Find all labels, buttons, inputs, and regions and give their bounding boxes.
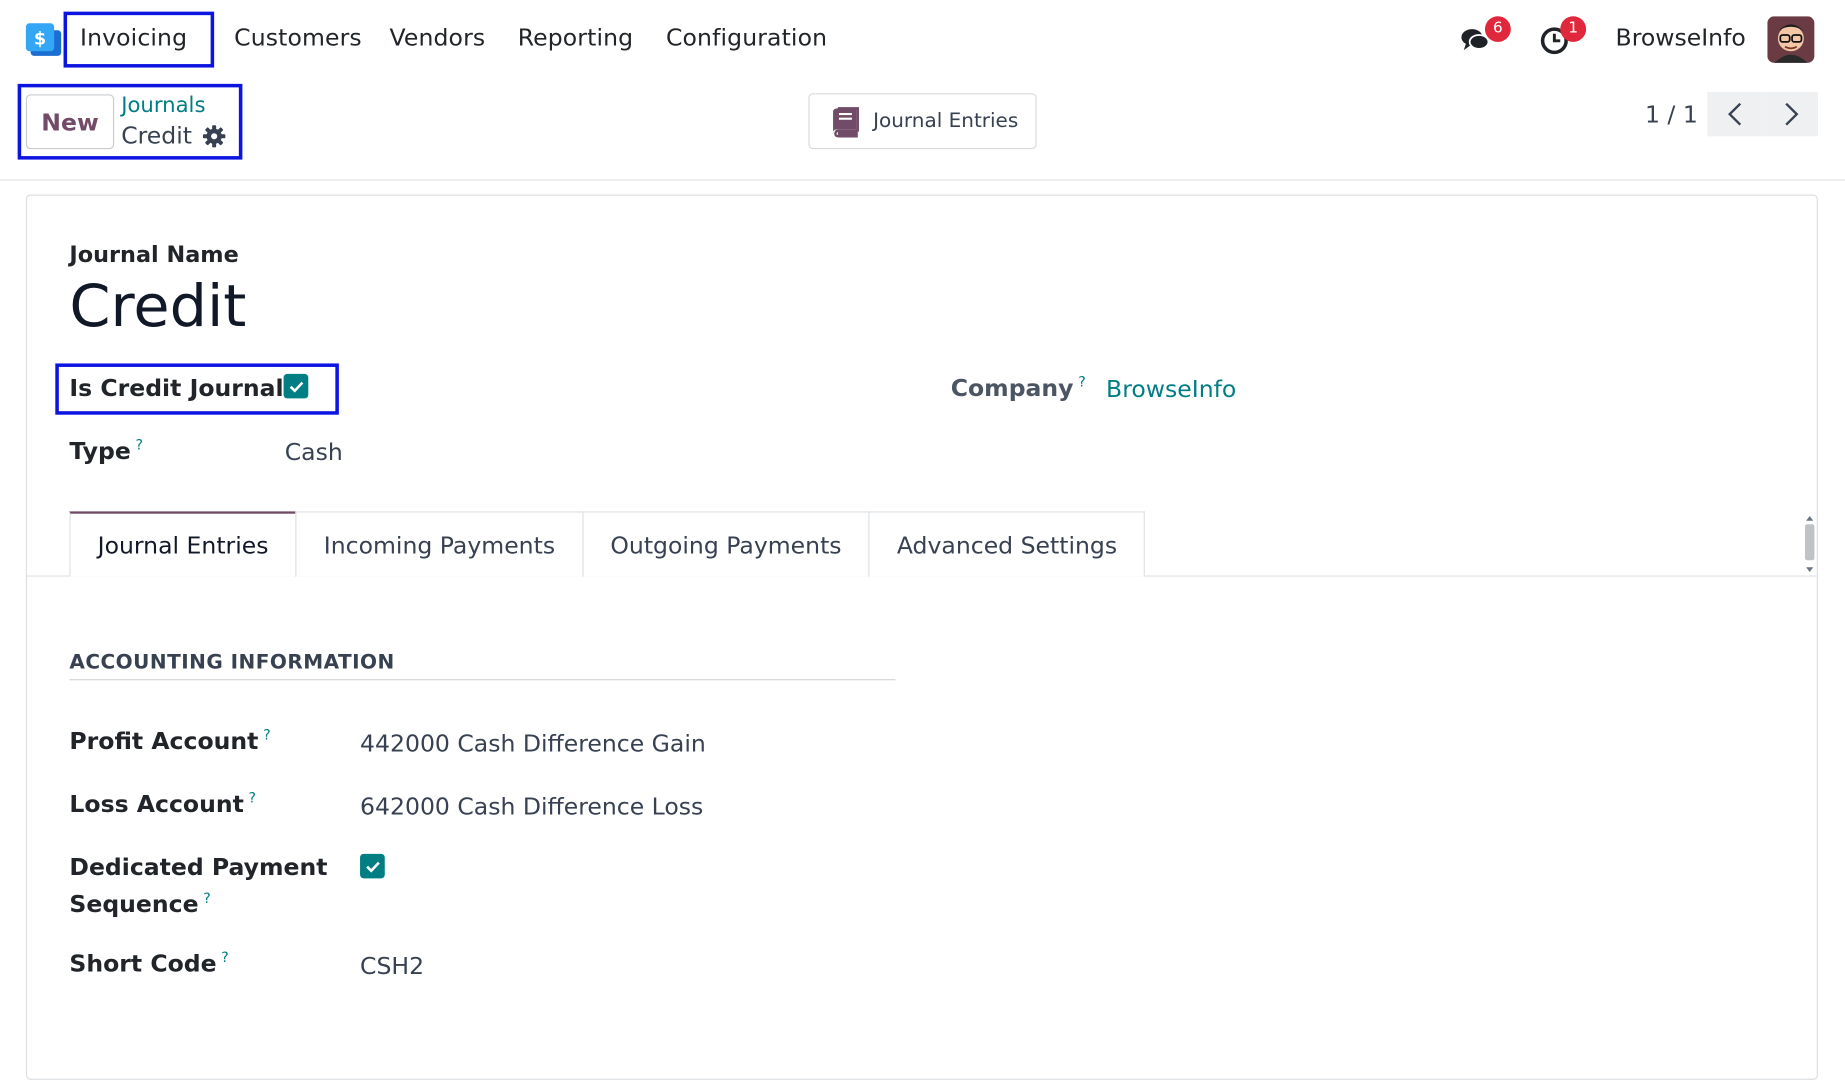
user-menu-name[interactable]: BrowseInfo [1616, 23, 1746, 51]
pager-previous-button[interactable] [1707, 92, 1763, 137]
control-panel-divider [0, 179, 1845, 181]
top-navbar: $ Invoicing Customers Vendors Reporting … [0, 0, 1845, 80]
short-code-field[interactable]: CSH2 [360, 952, 424, 980]
messages-badge: 6 [1484, 16, 1511, 42]
new-button[interactable]: New [25, 94, 115, 150]
company-field[interactable]: BrowseInfo [1106, 375, 1236, 403]
profit-account-help-icon[interactable]: ? [263, 727, 271, 743]
book-icon [833, 107, 859, 138]
type-field[interactable]: Cash [285, 438, 343, 466]
user-avatar[interactable] [1767, 16, 1815, 63]
company-help-icon[interactable]: ? [1078, 374, 1086, 390]
pager-value[interactable]: 1 / 1 [1645, 100, 1698, 128]
menu-reporting[interactable]: Reporting [518, 23, 633, 51]
type-label-text: Type [69, 436, 131, 465]
breadcrumb-current: Credit [121, 121, 192, 150]
app-title-invoicing[interactable]: Invoicing [80, 23, 187, 51]
pager-next-button[interactable] [1762, 92, 1818, 137]
chevron-right-icon [1784, 102, 1798, 126]
svg-text:$: $ [34, 29, 46, 49]
short-code-help-icon[interactable]: ? [221, 950, 229, 966]
type-help-icon[interactable]: ? [136, 437, 144, 453]
checkmark-icon [365, 861, 380, 873]
menu-vendors[interactable]: Vendors [389, 23, 485, 51]
tabs-scrollbar[interactable] [1803, 514, 1817, 575]
company-label-text: Company [950, 373, 1074, 402]
menu-configuration[interactable]: Configuration [666, 23, 827, 51]
is-credit-journal-checkbox[interactable] [283, 373, 309, 399]
dedicated-payment-sequence-checkbox[interactable] [360, 853, 385, 879]
loss-account-help-icon[interactable]: ? [249, 790, 257, 806]
dedicated-payment-label-line1: Dedicated Payment [69, 852, 328, 881]
journal-name-field[interactable]: Credit [69, 273, 246, 341]
profit-account-field[interactable]: 442000 Cash Difference Gain [360, 729, 706, 757]
short-code-label: Short Code? [69, 949, 228, 977]
form-sheet [25, 194, 1818, 1080]
tab-journal-entries[interactable]: Journal Entries [69, 511, 297, 577]
is-credit-journal-label: Is Credit Journal [69, 373, 284, 402]
dedicated-payment-help-icon[interactable]: ? [203, 890, 211, 906]
profit-account-label-text: Profit Account [69, 726, 259, 755]
tab-advanced-settings[interactable]: Advanced Settings [868, 511, 1146, 577]
profit-account-label: Profit Account? [69, 727, 270, 755]
chevron-left-icon [1727, 102, 1741, 126]
journal-entries-smart-button[interactable]: Journal Entries [808, 93, 1037, 150]
smart-button-label: Journal Entries [873, 109, 1019, 133]
dedicated-payment-label-text: Sequence [69, 889, 199, 918]
invoicing-app-icon[interactable]: $ [24, 21, 64, 58]
tab-incoming-payments[interactable]: Incoming Payments [295, 511, 584, 577]
short-code-label-text: Short Code [69, 949, 217, 978]
accounting-section-title: ACCOUNTING INFORMATION [69, 651, 395, 675]
menu-customers[interactable]: Customers [234, 23, 362, 51]
tab-outgoing-payments[interactable]: Outgoing Payments [582, 511, 870, 577]
accounting-section-divider [69, 679, 896, 681]
odoo-journal-form: $ Invoicing Customers Vendors Reporting … [0, 0, 1845, 1088]
journal-name-label: Journal Name [69, 242, 239, 268]
company-label: Company? [951, 374, 1086, 402]
loss-account-label: Loss Account? [69, 790, 256, 818]
notebook-tabs: Journal Entries Incoming Payments Outgoi… [69, 511, 1146, 577]
loss-account-field[interactable]: 642000 Cash Difference Loss [360, 792, 703, 820]
dedicated-payment-label-line2: Sequence? [69, 890, 210, 918]
activities-badge: 1 [1560, 16, 1587, 42]
breadcrumb-journals[interactable]: Journals [121, 93, 205, 117]
checkmark-icon [289, 381, 303, 393]
gear-icon[interactable] [202, 125, 226, 148]
loss-account-label-text: Loss Account [69, 789, 244, 818]
type-label: Type? [69, 437, 143, 465]
